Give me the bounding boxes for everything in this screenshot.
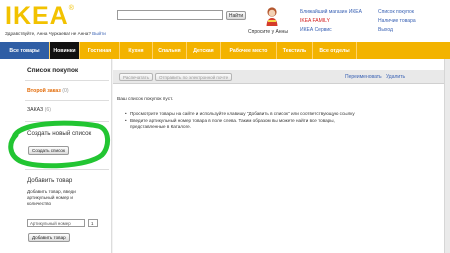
list-item-order[interactable]: ЗАКАЗ (6) <box>27 107 51 113</box>
header-links-right: Список покупок Наличие товара Выход <box>378 8 416 35</box>
logo-text: IKEA <box>5 1 69 30</box>
main-content: Распечатать Отправить по электронной поч… <box>113 59 450 253</box>
welcome-text: Здравствуйте, Анна Чуркаева! не Анна? Вы… <box>5 31 106 36</box>
divider <box>25 100 109 101</box>
nearest-store-link[interactable]: Ближайший магазин ИКЕА <box>300 8 362 17</box>
ikea-logo[interactable]: IKEA ® <box>5 2 109 30</box>
delete-link[interactable]: Удалить <box>386 74 405 80</box>
list-count: (6) <box>44 107 51 113</box>
quantity-input[interactable]: 1 <box>88 219 98 227</box>
logo-registered-mark: ® <box>68 5 74 12</box>
tip-text: Просмотрите товары на сайте и используйт… <box>130 111 355 116</box>
nav-item-all-products[interactable]: Все товары <box>0 42 50 59</box>
rename-link[interactable]: Переименовать <box>345 74 382 80</box>
nav-filler <box>357 42 450 59</box>
anna-avatar-icon[interactable] <box>265 6 279 26</box>
nav-item-living-room[interactable]: Гостиная <box>80 42 120 59</box>
nav-item-workspace[interactable]: Рабочее место <box>221 42 277 59</box>
list-toolbar: Распечатать Отправить по электронной поч… <box>113 70 450 84</box>
vertical-scrollbar[interactable] <box>444 59 450 253</box>
nav-item-new[interactable]: Новинки <box>50 42 80 59</box>
welcome-greeting: Здравствуйте, Анна Чуркаева! не Анна? <box>5 31 91 36</box>
divider <box>25 169 109 170</box>
divider <box>25 80 109 81</box>
divider <box>25 121 109 122</box>
main-nav: Все товары Новинки Гостиная Кухня Спальн… <box>0 42 450 59</box>
list-name: Второй заказ <box>27 88 61 94</box>
nav-item-textile[interactable]: Текстиль <box>277 42 313 59</box>
print-button[interactable]: Распечатать <box>119 73 153 81</box>
nav-item-kids[interactable]: Детская <box>187 42 221 59</box>
email-button[interactable]: Отправить по электронной почте <box>155 73 233 81</box>
list-item: • Просмотрите товары на сайте и использу… <box>125 111 365 117</box>
search-button[interactable]: Найти <box>226 11 246 20</box>
ask-anna-link[interactable]: Спросите у Анны <box>248 29 288 35</box>
add-product-button[interactable]: Добавить товар <box>28 233 70 242</box>
header: IKEA ® Здравствуйте, Анна Чуркаева! не А… <box>0 0 450 42</box>
tips-list: • Просмотрите товары на сайте и использу… <box>125 111 365 131</box>
ikea-service-link[interactable]: ИКЕА Сервис <box>300 26 362 35</box>
exit-link[interactable]: Выход <box>378 26 416 35</box>
empty-list-message: Ваш список покупок пуст. <box>117 97 174 102</box>
green-highlight-circle <box>8 120 110 169</box>
article-number-input[interactable]: Артикульный номер <box>27 219 85 227</box>
create-list-button[interactable]: Создать список <box>28 146 69 155</box>
nav-item-kitchen[interactable]: Кухня <box>120 42 153 59</box>
shopping-list-link[interactable]: Список покупок <box>378 8 416 17</box>
add-product-heading: Добавить товар <box>27 177 73 184</box>
list-name: ЗАКАЗ <box>27 107 44 113</box>
tip-text: Введите артикульный номер товара в поле … <box>130 118 335 129</box>
stock-availability-link[interactable]: Наличие товара <box>378 17 416 26</box>
nav-item-all-departments[interactable]: Все отделы <box>313 42 357 59</box>
add-product-description: Добавить товар, введи артикульный номер … <box>27 189 76 206</box>
search-input[interactable] <box>117 10 223 20</box>
create-list-heading: Создать новый список <box>27 130 92 137</box>
logout-link[interactable]: Выйти <box>92 31 106 36</box>
sidebar: Список покупок Второй заказ (0) ЗАКАЗ (6… <box>0 59 112 253</box>
header-links-mid: Ближайший магазин ИКЕА IKEA FAMILY ИКЕА … <box>300 8 362 35</box>
nav-item-bedroom[interactable]: Спальня <box>153 42 187 59</box>
ikea-family-link[interactable]: IKEA FAMILY <box>300 17 362 26</box>
bullet-icon: • <box>125 118 127 123</box>
list-item-second-order[interactable]: Второй заказ (0) <box>27 88 69 94</box>
bullet-icon: • <box>125 111 127 116</box>
list-item: • Введите артикульный номер товара в пол… <box>125 118 365 130</box>
sidebar-title: Список покупок <box>27 67 79 74</box>
list-count: (0) <box>62 88 69 94</box>
